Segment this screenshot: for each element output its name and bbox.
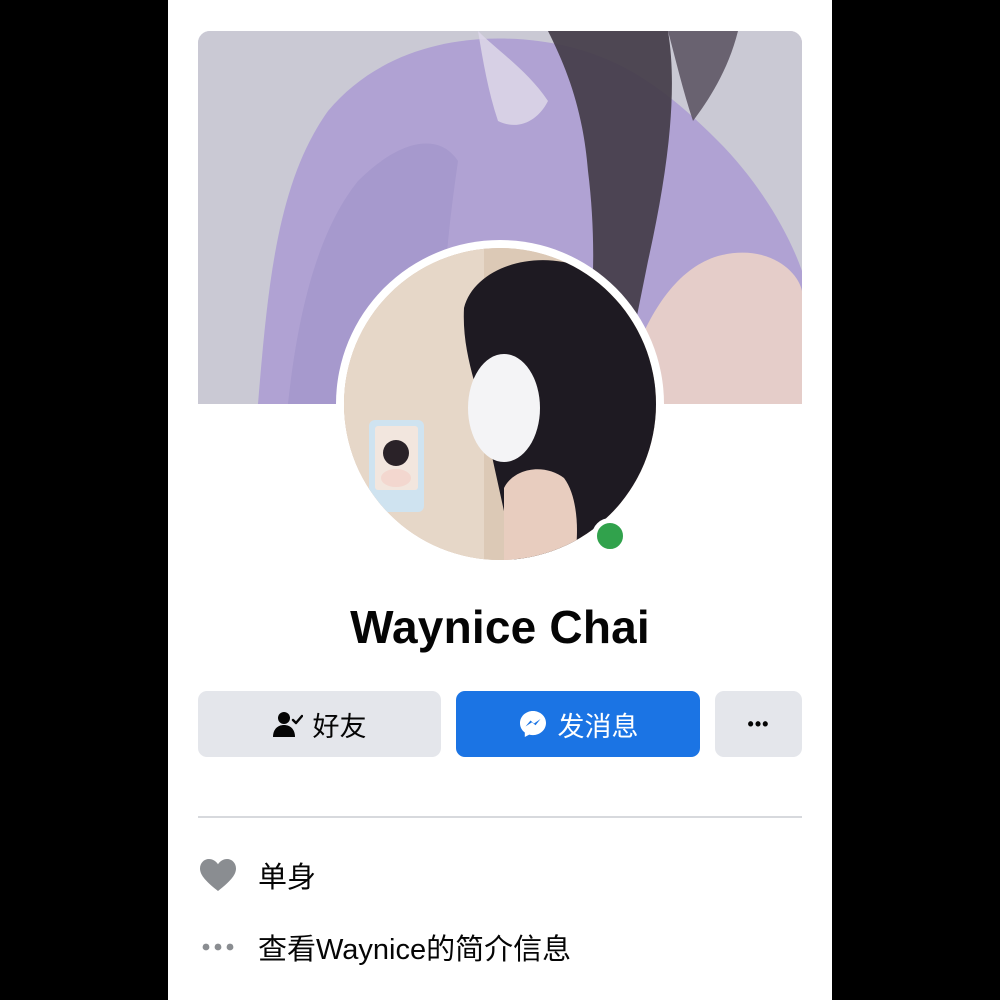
online-status-indicator: [592, 518, 628, 554]
ellipsis-icon: [198, 942, 238, 952]
more-icon: •••: [747, 713, 770, 734]
view-intro-row[interactable]: 查看Waynice的简介信息: [198, 922, 802, 972]
message-button[interactable]: 发消息: [456, 691, 700, 757]
friends-button[interactable]: 好友: [198, 691, 441, 757]
more-options-button[interactable]: •••: [715, 691, 802, 757]
heart-icon: [198, 858, 238, 892]
view-intro-link[interactable]: 查看Waynice的简介信息: [258, 926, 571, 968]
section-divider: [198, 816, 802, 818]
profile-name: Waynice Chai: [350, 601, 650, 653]
messenger-icon: [518, 709, 548, 739]
message-button-label: 发消息: [557, 711, 639, 742]
profile-screen: Waynice Chai 好友 发消息 ••• 单身 查看Waynice的简介信…: [168, 0, 832, 1000]
person-check-icon: [272, 710, 303, 738]
relationship-status-text: 单身: [258, 862, 317, 894]
friends-button-label: 好友: [312, 711, 367, 742]
relationship-status-row: 单身: [198, 850, 802, 900]
avatar[interactable]: [344, 248, 656, 560]
